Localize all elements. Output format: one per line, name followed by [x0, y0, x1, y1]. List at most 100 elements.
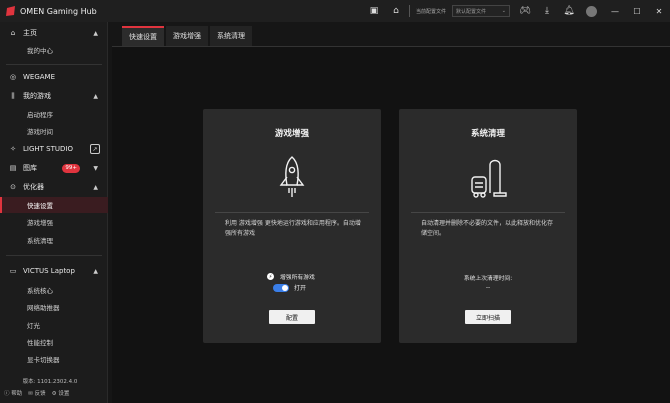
avatar[interactable]: [584, 4, 598, 18]
title-bar: OMEN Gaming Hub ▣ ⌂ 当前配置文件 默认配置文件 ⌄ 🎮︎ ⤓…: [0, 0, 670, 22]
sidebar-item-system-core[interactable]: 系统核心: [0, 282, 108, 298]
toggle-label: 打开: [294, 285, 307, 292]
omen-logo: [6, 6, 15, 16]
system-clean-card: 系统清理 自动清理并删除不必要的文件，以此释放和优化存储空间。 系统上次清理时间…: [399, 109, 577, 343]
main-content: 游戏增强 利用 游戏增强 更快地运行游戏和应用程序。自动增强所有游戏 ⚡︎ 增强…: [112, 47, 670, 403]
maximize-button[interactable]: ☐: [626, 0, 648, 22]
feedback-link[interactable]: ✉ 反馈: [28, 389, 45, 397]
profile-label: 当前配置文件: [415, 8, 446, 15]
sidebar-item-label: LIGHT STUDIO: [23, 145, 73, 153]
help-label: 帮助: [11, 391, 23, 397]
sidebar: ⌂ 主页 ▲ 我的中心 ◎ WEGAME ⫼ 我的游戏 ▲ 启动程序 游戏时间 …: [0, 22, 108, 403]
sidebar-item-label: 主页: [23, 29, 37, 37]
boost-all-games-label: 增强所有游戏: [280, 275, 315, 281]
sparkle-icon: ✧: [10, 145, 16, 153]
sidebar-item-label: WEGAME: [23, 73, 56, 81]
laptop-icon: ▭: [9, 267, 17, 275]
sidebar-item-home[interactable]: ⌂ 主页 ▲: [0, 25, 108, 41]
divider: [408, 5, 410, 17]
card-title: 游戏增强: [274, 129, 309, 139]
library-icon: ⫼: [11, 91, 15, 100]
close-button[interactable]: ✕: [648, 0, 670, 22]
help-link[interactable]: ⓘ 帮助: [4, 389, 22, 397]
chevron-up-icon: ▲: [93, 267, 98, 275]
scan-now-button[interactable]: 立即扫描: [465, 310, 511, 324]
sidebar-item-label: 游戏时间: [27, 128, 53, 136]
sidebar-item-label: 灯光: [27, 322, 40, 330]
external-link-icon[interactable]: ↗: [90, 144, 100, 154]
footer-links: ⓘ 帮助 ✉ 反馈 ⚙ 设置: [4, 389, 69, 397]
chevron-up-icon: ▲: [93, 92, 98, 100]
tab-game-boost[interactable]: 游戏增强: [166, 26, 208, 46]
boost-toggle[interactable]: [273, 283, 289, 292]
feedback-label: 反馈: [34, 391, 46, 397]
card-description: 自动清理并删除不必要的文件，以此释放和优化存储空间。: [421, 220, 554, 237]
boost-toggle-row: 打开: [273, 283, 306, 292]
app-title: OMEN Gaming Hub: [20, 6, 97, 16]
wegame-icon: ◎: [9, 73, 17, 81]
configure-button[interactable]: 配置: [269, 310, 315, 324]
optimizer-icon: ⊙: [10, 183, 16, 191]
sidebar-item-label: 我的中心: [27, 47, 53, 55]
download-icon[interactable]: ⤓: [540, 4, 554, 18]
divider: [6, 64, 102, 65]
window-layout-icon[interactable]: ▣: [367, 4, 381, 18]
tab-bar: 快速设置 游戏增强 系统清理: [122, 26, 254, 46]
home-icon: ⌂: [10, 29, 16, 37]
sidebar-item-quick-settings[interactable]: 快速设置: [0, 197, 108, 213]
card-title: 系统清理: [470, 129, 505, 139]
sidebar-item-my-center[interactable]: 我的中心: [0, 42, 108, 58]
sidebar-item-system-clean[interactable]: 系统清理: [0, 232, 108, 248]
settings-link[interactable]: ⚙ 设置: [52, 389, 70, 397]
divider: [112, 46, 670, 47]
sidebar-item-lighting[interactable]: 灯光: [0, 317, 108, 333]
sidebar-item-label: 网络助推器: [27, 304, 60, 312]
sidebar-item-label: VICTUS Laptop: [23, 267, 75, 275]
minimize-button[interactable]: —: [604, 0, 626, 22]
home-icon[interactable]: ⌂: [389, 4, 403, 18]
sidebar-item-graphics-switcher[interactable]: 显卡切换器: [0, 351, 108, 367]
profile-select-value: 默认配置文件: [456, 8, 487, 15]
sidebar-item-label: 系统核心: [27, 287, 53, 295]
gamepad-icon[interactable]: 🎮︎: [518, 4, 532, 18]
sidebar-item-label: 优化器: [23, 183, 44, 191]
version-label: 版本: 1101.2302.4.0: [22, 379, 78, 385]
chevron-up-icon: ▲: [93, 183, 98, 191]
boost-all-games-option[interactable]: ⚡︎ 增强所有游戏: [267, 272, 315, 281]
profile-select[interactable]: 默认配置文件 ⌄: [452, 5, 510, 17]
tab-quick-settings[interactable]: 快速设置: [122, 26, 164, 46]
sidebar-item-wegame[interactable]: ◎ WEGAME: [0, 69, 108, 85]
app-window: OMEN Gaming Hub ▣ ⌂ 当前配置文件 默认配置文件 ⌄ 🎮︎ ⤓…: [0, 0, 670, 403]
tab-system-clean[interactable]: 系统清理: [210, 26, 252, 46]
game-boost-card: 游戏增强 利用 游戏增强 更快地运行游戏和应用程序。自动增强所有游戏 ⚡︎ 增强…: [203, 109, 381, 343]
sidebar-item-game-time[interactable]: 游戏时间: [0, 123, 108, 139]
last-clean-label: 系统上次清理时间:: [463, 276, 513, 282]
rocket-icon: [279, 156, 305, 197]
divider: [215, 212, 369, 213]
notification-badge: 99+: [62, 163, 80, 173]
sidebar-item-label: 系统清理: [27, 237, 53, 245]
sidebar-item-game-boost[interactable]: 游戏增强: [0, 214, 108, 230]
sidebar-item-label: 快速设置: [27, 202, 53, 210]
gallery-icon: ▤: [9, 164, 17, 172]
sidebar-item-label: 游戏增强: [27, 219, 53, 227]
last-clean-value: --: [485, 284, 491, 291]
sidebar-item-network-booster[interactable]: 网络助推器: [0, 299, 108, 315]
sidebar-item-optimizer[interactable]: ⊙ 优化器 ▲: [0, 179, 108, 195]
divider: [6, 255, 102, 256]
vacuum-cleaner-icon: [471, 159, 507, 198]
sidebar-item-victus-laptop[interactable]: ▭ VICTUS Laptop ▲: [0, 263, 108, 279]
card-description: 利用 游戏增强 更快地运行游戏和应用程序。自动增强所有游戏: [225, 220, 361, 237]
sidebar-item-performance[interactable]: 性能控制: [0, 334, 108, 350]
sidebar-item-my-games[interactable]: ⫼ 我的游戏 ▲: [0, 88, 108, 104]
bell-icon[interactable]: 🔔︎: [562, 4, 576, 18]
chevron-down-icon: ▼: [93, 164, 98, 172]
lightning-icon: ⚡︎: [267, 273, 274, 280]
sidebar-item-label: 启动程序: [27, 111, 53, 119]
sidebar-item-label: 我的游戏: [23, 92, 51, 100]
sidebar-item-light-studio[interactable]: ✧ LIGHT STUDIO ↗: [0, 141, 108, 157]
sidebar-item-gallery[interactable]: ▤ 图库 99+ ▼: [0, 160, 108, 176]
sidebar-item-launcher[interactable]: 启动程序: [0, 106, 108, 122]
sidebar-item-label: 显卡切换器: [27, 356, 60, 364]
settings-label: 设置: [58, 391, 70, 397]
